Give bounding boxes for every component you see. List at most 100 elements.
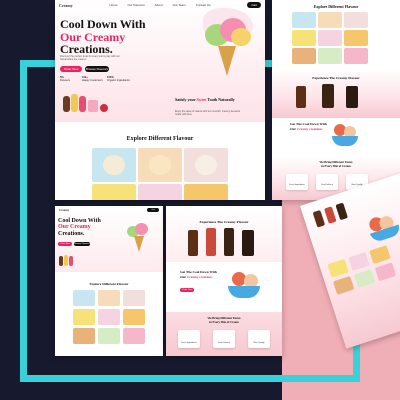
hero-title-line3: Creations. — [60, 42, 113, 57]
promo-title-start: Satisfy your — [175, 97, 196, 102]
bc-feature-card-3: Best Quality — [248, 330, 270, 348]
promo-title-end: Tooth Naturally — [207, 97, 235, 102]
bc-feature-label-1: Fresh Ingredients — [181, 342, 197, 344]
bc-feature-card-2: Fast Delivery — [213, 330, 235, 348]
flavour-tile-1[interactable] — [92, 148, 136, 182]
bc-product-4[interactable] — [242, 230, 254, 256]
bc-product-1[interactable] — [188, 230, 198, 256]
bc-product-2[interactable] — [206, 228, 216, 256]
flavour-tile-4[interactable] — [92, 184, 136, 200]
order-now-button[interactable]: Order Now — [60, 66, 82, 72]
tr-tile-2[interactable] — [318, 12, 342, 28]
tr-tile-3[interactable] — [344, 12, 368, 28]
flavours-section: Explore Different Flavour — [55, 122, 265, 200]
waffle-cone — [218, 46, 236, 76]
cart-button[interactable]: Cart — [247, 2, 261, 8]
tr-feature-card-2: Fast Delivery — [316, 174, 338, 190]
tr-cooldown-line2-accent: Creamy creations — [296, 127, 323, 131]
tilt-product-2[interactable] — [324, 206, 337, 224]
tilt-tile-3[interactable] — [369, 245, 391, 265]
tr-cooldown-line1: Get The Cool Down With — [290, 122, 327, 126]
mockup-bottom-center: Experience The Creamy Flavour Get The Co… — [166, 206, 282, 356]
flavour-tile-6[interactable] — [184, 184, 228, 200]
promo-description: Enjoy the taste of nature with our smoot… — [175, 110, 241, 116]
hero-title-line1: Cool Down With — [60, 17, 146, 31]
flavour-scoop-1 — [103, 154, 125, 176]
bl-tile-5[interactable] — [98, 309, 120, 325]
tr-product-2[interactable] — [322, 84, 334, 108]
tilt-tile-5[interactable] — [353, 269, 376, 289]
bl-browse-button[interactable]: Browse Flavours — [74, 242, 90, 246]
bl-brand-logo[interactable]: Creamy — [59, 208, 69, 212]
tilt-tile-6[interactable] — [374, 262, 397, 282]
flavours-title: Explore Different Flavour — [126, 136, 194, 142]
bl-flavours-title: Explore Different Flavour — [89, 282, 129, 286]
tr-features-subtitle: in Every Bite of Cream — [321, 164, 351, 168]
hero-stat-2: 10k+ Happy Customers — [82, 76, 103, 82]
flavour-tile-3[interactable] — [184, 148, 228, 182]
tr-tile-7[interactable] — [292, 48, 316, 64]
nav-link-home[interactable]: Home — [109, 3, 117, 7]
bl-cart-button[interactable]: Cart — [147, 208, 159, 212]
bl-tile-1[interactable] — [73, 290, 95, 306]
tr-tile-5[interactable] — [318, 30, 342, 46]
tilt-product-1[interactable] — [312, 209, 326, 228]
tr-cooldown-section: Get The Cool Down With Our Creamy creati… — [272, 118, 400, 158]
tr-tile-6[interactable] — [344, 30, 368, 46]
tr-tile-1[interactable] — [292, 12, 316, 28]
tilt-tile-1[interactable] — [327, 258, 349, 278]
nav-link-flavours[interactable]: Our Flavours — [127, 3, 144, 7]
nav-link-about[interactable]: About — [155, 3, 163, 7]
treat-popsicle-1 — [63, 96, 70, 112]
tr-product-1[interactable] — [296, 86, 306, 108]
tr-tile-9[interactable] — [344, 48, 368, 64]
tr-popular-title: Experience The Creamy Flavour — [312, 76, 360, 80]
promo-title-accent: Sweet — [196, 97, 207, 102]
bl-tile-8[interactable] — [98, 328, 120, 344]
bl-tile-9[interactable] — [123, 328, 145, 344]
mockup-bottom-left: Creamy Cart Cool Down With Our Creamy Cr… — [55, 206, 163, 356]
browse-flavours-button[interactable]: Browse Flavours — [85, 66, 109, 72]
bc-feature-label-2: Fast Delivery — [218, 342, 230, 344]
nav-link-contact[interactable]: Contact Us — [196, 3, 211, 7]
hero-title: Cool Down With Our Creamy Creations. — [60, 18, 146, 56]
tr-cooldown-line2-start: Our — [290, 127, 296, 131]
bl-tile-4[interactable] — [73, 309, 95, 325]
bc-bowl — [228, 286, 260, 298]
bc-cooldown-section: Get The Cool Down With Our Creamy creati… — [166, 262, 282, 312]
bl-flavours-section: Explore Different Flavour — [55, 272, 163, 356]
tr-tile-4[interactable] — [292, 30, 316, 46]
bc-features-section: We Bring Different Tastes in Every Bite … — [166, 312, 282, 356]
bl-treat-2 — [64, 255, 68, 266]
bl-tile-6[interactable] — [123, 309, 145, 325]
treat-berry — [100, 104, 108, 112]
hero-stat-3: 100% Organic Ingredients — [107, 76, 130, 82]
bc-product-3[interactable] — [224, 228, 234, 256]
tr-product-3[interactable] — [346, 86, 358, 108]
brand-logo[interactable]: Creamy — [59, 3, 73, 8]
tr-popular-section: Experience The Creamy Flavour — [272, 68, 400, 118]
tr-feature-label-2: Fast Delivery — [321, 184, 333, 186]
promo-title: Satisfy your Sweet Tooth Naturally — [175, 97, 245, 103]
flavour-scoop-3 — [195, 154, 217, 176]
flavour-tile-5[interactable] — [138, 184, 182, 200]
nav-link-team[interactable]: Our Team — [173, 3, 186, 7]
bl-hero-title: Cool Down With Our Creamy Creations. — [58, 218, 101, 237]
tilt-tile-2[interactable] — [348, 252, 370, 271]
nav-links: Home Our Flavours About Our Team Contact… — [109, 3, 210, 7]
bl-tile-3[interactable] — [123, 290, 145, 306]
bc-cooldown-line2: Our Creamy creations — [180, 275, 212, 279]
tilt-product-3[interactable] — [335, 202, 348, 221]
tilt-tile-4[interactable] — [332, 275, 355, 295]
treat-popsicle-2 — [71, 94, 78, 112]
bl-tile-7[interactable] — [73, 328, 95, 344]
hero-stat-1-label: Flavours — [60, 79, 70, 82]
tr-tile-8[interactable] — [318, 48, 342, 64]
bc-order-button[interactable]: Order Now — [180, 288, 194, 292]
bc-feature-card-1: Fresh Ingredients — [178, 330, 200, 348]
bl-top-nav: Creamy Cart — [55, 206, 163, 214]
bl-tile-2[interactable] — [98, 290, 120, 306]
tr-flavours-title: Explore Different Flavour — [313, 4, 359, 9]
bl-order-button[interactable]: Order Now — [58, 242, 72, 246]
flavour-tile-2[interactable] — [138, 148, 182, 182]
